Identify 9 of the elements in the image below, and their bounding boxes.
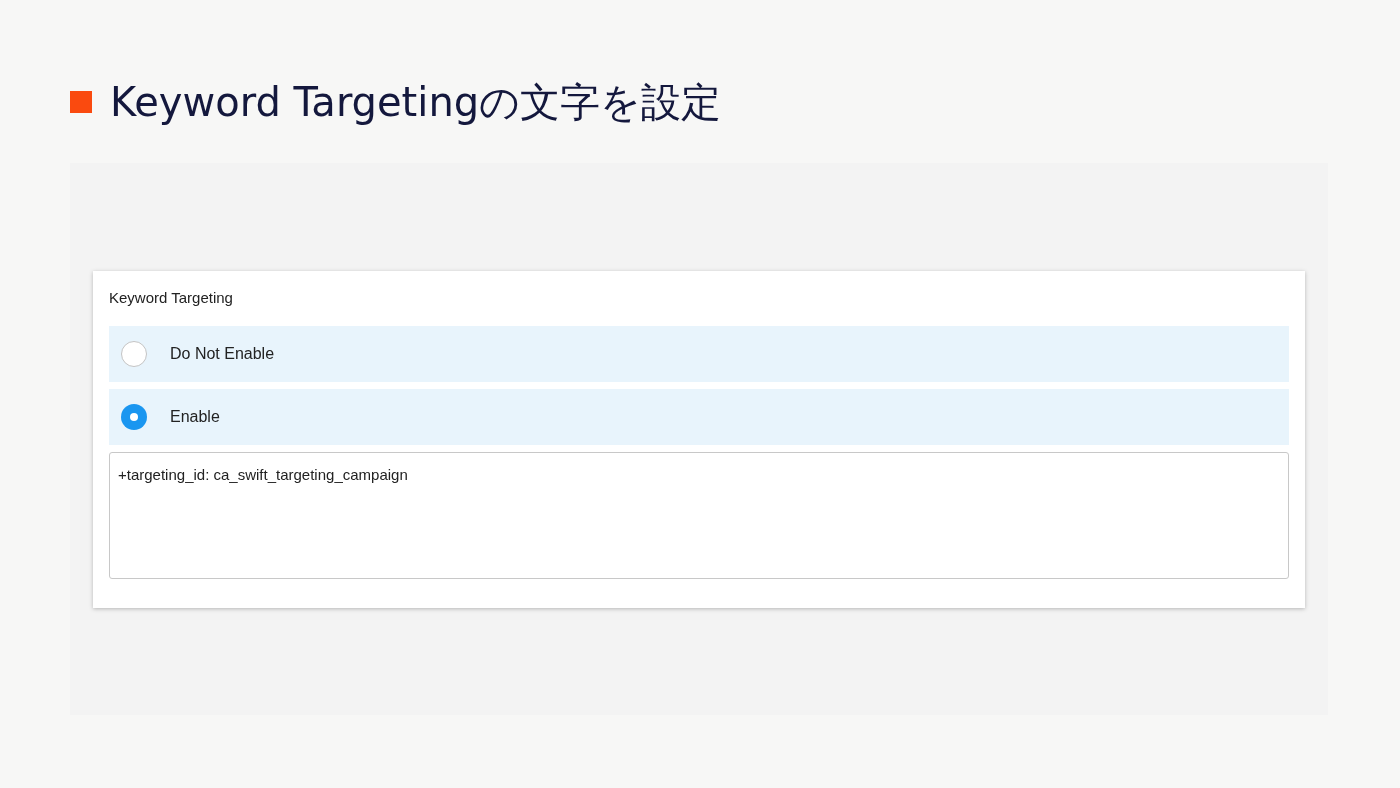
option-label: Do Not Enable	[170, 343, 275, 364]
square-bullet-icon	[70, 91, 92, 113]
option-label: Enable	[170, 406, 220, 427]
text-area[interactable]: +targeting_id: ca_swift_targeting_campaign	[109, 451, 1289, 579]
radio-button[interactable]	[121, 403, 147, 430]
radio-button[interactable]	[121, 340, 147, 367]
field-label: Keyword Targeting	[109, 288, 234, 308]
radio-option[interactable]: Enable	[109, 388, 1289, 445]
radio-option[interactable]: Do Not Enable	[109, 325, 1289, 382]
